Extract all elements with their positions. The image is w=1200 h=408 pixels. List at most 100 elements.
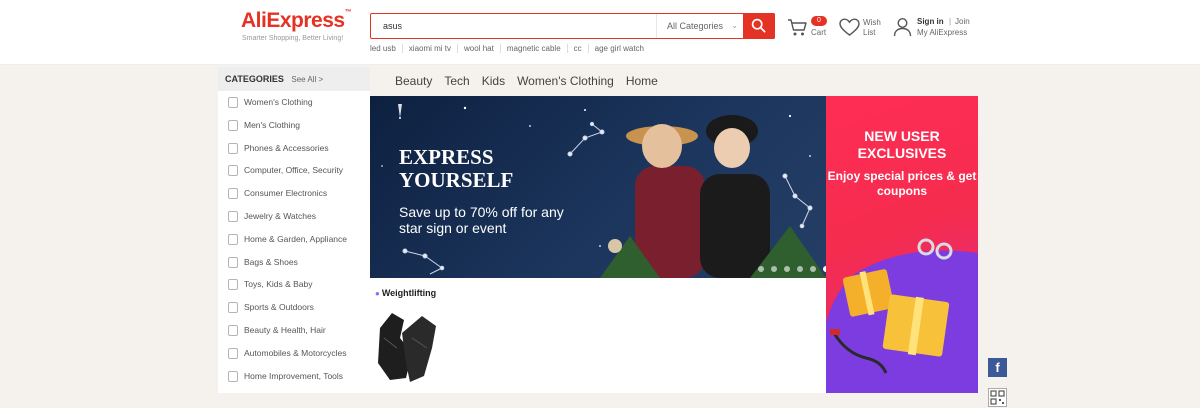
join-link[interactable]: Join <box>955 17 970 26</box>
beauty-icon <box>228 324 238 336</box>
category-label: Beauty & Health, Hair <box>244 324 326 335</box>
hot-word-link[interactable]: xiaomi mi tv <box>401 44 457 53</box>
category-label: Phones & Accessories <box>244 142 329 153</box>
cart-count-badge: 0 <box>811 16 827 26</box>
categories-title: CATEGORIES <box>225 74 284 84</box>
carousel-dot[interactable] <box>758 266 764 272</box>
tab-home[interactable]: Home <box>626 67 658 96</box>
aliexpress-logo[interactable]: AliExpress™ <box>241 9 352 33</box>
search-input[interactable] <box>371 14 656 38</box>
categories-header: CATEGORIES See All > <box>218 67 370 91</box>
tab-tech[interactable]: Tech <box>444 67 469 96</box>
promo-title-line: EXCLUSIVES <box>857 145 947 161</box>
category-label: Women's Clothing <box>244 97 313 107</box>
featured-category-text: Weightlifting <box>381 288 437 298</box>
search-bar: All Categories ⌄ <box>370 13 775 39</box>
category-computer[interactable]: Computer, Office, Security <box>218 159 370 182</box>
category-beauty[interactable]: Beauty & Health, Hair <box>218 319 370 342</box>
hot-word-link[interactable]: cc <box>566 44 588 53</box>
tab-womens-clothing[interactable]: Women's Clothing <box>517 67 614 96</box>
main-content: Beauty Tech Kids Women's Clothing Home E… <box>370 67 978 393</box>
carousel-dot[interactable] <box>784 266 790 272</box>
carousel-dot[interactable] <box>810 266 816 272</box>
channel-tabs: Beauty Tech Kids Women's Clothing Home <box>370 67 978 96</box>
logo-text: AliExpress <box>241 9 345 32</box>
category-bags-shoes[interactable]: Bags & Shoes <box>218 251 370 274</box>
featured-category-label[interactable]: ● Weightlifting <box>375 288 436 298</box>
gloves-product-image[interactable] <box>372 308 439 386</box>
chevron-down-icon: ⌄ <box>731 21 738 30</box>
category-select[interactable]: All Categories ⌄ <box>656 14 744 38</box>
category-electronics[interactable]: Consumer Electronics <box>218 182 370 205</box>
category-label: Automobiles & Motorcycles <box>244 347 347 358</box>
hero-banner[interactable]: EXPRESS YOURSELF Save up to 70% off for … <box>370 96 826 278</box>
category-label: Bags & Shoes <box>244 256 298 267</box>
tool-icon <box>228 370 238 382</box>
hot-word-link[interactable]: led usb <box>370 44 402 53</box>
category-label: Toys, Kids & Baby <box>244 279 313 290</box>
sign-in-link[interactable]: Sign in <box>917 17 944 26</box>
category-toys[interactable]: Toys, Kids & Baby <box>218 273 370 296</box>
toy-icon <box>228 279 238 291</box>
banner-title-line: EXPRESS <box>399 145 494 169</box>
site-header: AliExpress™ Smarter Shopping, Better Liv… <box>0 0 1200 65</box>
shirt-icon <box>228 119 238 131</box>
carousel-dot[interactable] <box>797 266 803 272</box>
wheel-icon <box>228 347 238 359</box>
phone-icon <box>228 142 238 154</box>
category-womens-clothing[interactable]: Women's Clothing <box>218 91 370 114</box>
facebook-icon[interactable]: f <box>988 358 1007 377</box>
promo-title-line: NEW USER <box>864 128 940 144</box>
dress-icon <box>228 97 238 108</box>
carousel-dots <box>758 266 826 272</box>
cart-icon <box>788 19 807 36</box>
promo-subtitle: Enjoy special prices & get coupons <box>827 169 977 198</box>
banner-title-line: YOURSELF <box>399 168 514 192</box>
category-phones[interactable]: Phones & Accessories <box>218 137 370 160</box>
hot-word-link[interactable]: wool hat <box>457 44 500 53</box>
category-sports[interactable]: Sports & Outdoors <box>218 296 370 319</box>
tab-kids[interactable]: Kids <box>482 67 505 96</box>
account-separator: | <box>949 17 952 26</box>
categories-sidebar: CATEGORIES See All > Women's Clothing Me… <box>218 67 370 393</box>
search-icon <box>751 18 766 33</box>
account-menu: Sign in | Join My AliExpress <box>893 16 983 40</box>
category-label: Men's Clothing <box>244 119 300 130</box>
see-all-link[interactable]: See All > <box>291 75 323 84</box>
category-automobiles[interactable]: Automobiles & Motorcycles <box>218 342 370 365</box>
category-home-improvement[interactable]: Home Improvement, Tools <box>218 365 370 388</box>
category-label: Sports & Outdoors <box>244 302 314 313</box>
category-mens-clothing[interactable]: Men's Clothing <box>218 114 370 137</box>
category-jewelry[interactable]: Jewelry & Watches <box>218 205 370 228</box>
ring-icon <box>228 210 238 222</box>
hot-word-link[interactable]: age girl watch <box>587 44 650 53</box>
bag-icon <box>228 256 238 268</box>
cart-button[interactable]: 0 Cart <box>787 16 832 40</box>
wishlist-button[interactable]: Wish List <box>839 16 889 40</box>
banner-subtitle: Save up to 70% off for any star sign or … <box>399 204 564 236</box>
ball-icon <box>228 302 238 314</box>
main-area: CATEGORIES See All > Women's Clothing Me… <box>0 65 1200 408</box>
category-label: Home Improvement, Tools <box>244 370 344 381</box>
qr-code-graphic <box>990 390 1005 405</box>
cart-label: Cart <box>811 28 827 37</box>
banner-title: EXPRESS YOURSELF <box>399 146 513 192</box>
category-label: Consumer Electronics <box>244 188 328 199</box>
category-select-label: All Categories <box>667 21 724 31</box>
gift-boxes-illustration <box>826 238 978 393</box>
category-home-garden[interactable]: Home & Garden, Appliance <box>218 228 370 251</box>
bullet-icon: ● <box>375 289 380 298</box>
category-label: Home & Garden, Appliance <box>244 233 348 244</box>
electronics-icon <box>228 188 238 200</box>
user-icon <box>893 17 912 37</box>
hot-word-link[interactable]: magnetic cable <box>499 44 567 53</box>
my-aliexpress-link[interactable]: My AliExpress <box>917 28 967 37</box>
heart-icon <box>839 18 860 36</box>
new-user-promo-banner[interactable]: NEW USER EXCLUSIVES Enjoy special prices… <box>826 96 978 393</box>
qr-code-icon[interactable] <box>988 388 1007 407</box>
search-button[interactable] <box>743 13 775 39</box>
tab-beauty[interactable]: Beauty <box>395 67 432 96</box>
carousel-dot[interactable] <box>771 266 777 272</box>
tagline: Smarter Shopping, Better Living! <box>242 35 344 42</box>
category-label: Jewelry & Watches <box>244 210 316 221</box>
